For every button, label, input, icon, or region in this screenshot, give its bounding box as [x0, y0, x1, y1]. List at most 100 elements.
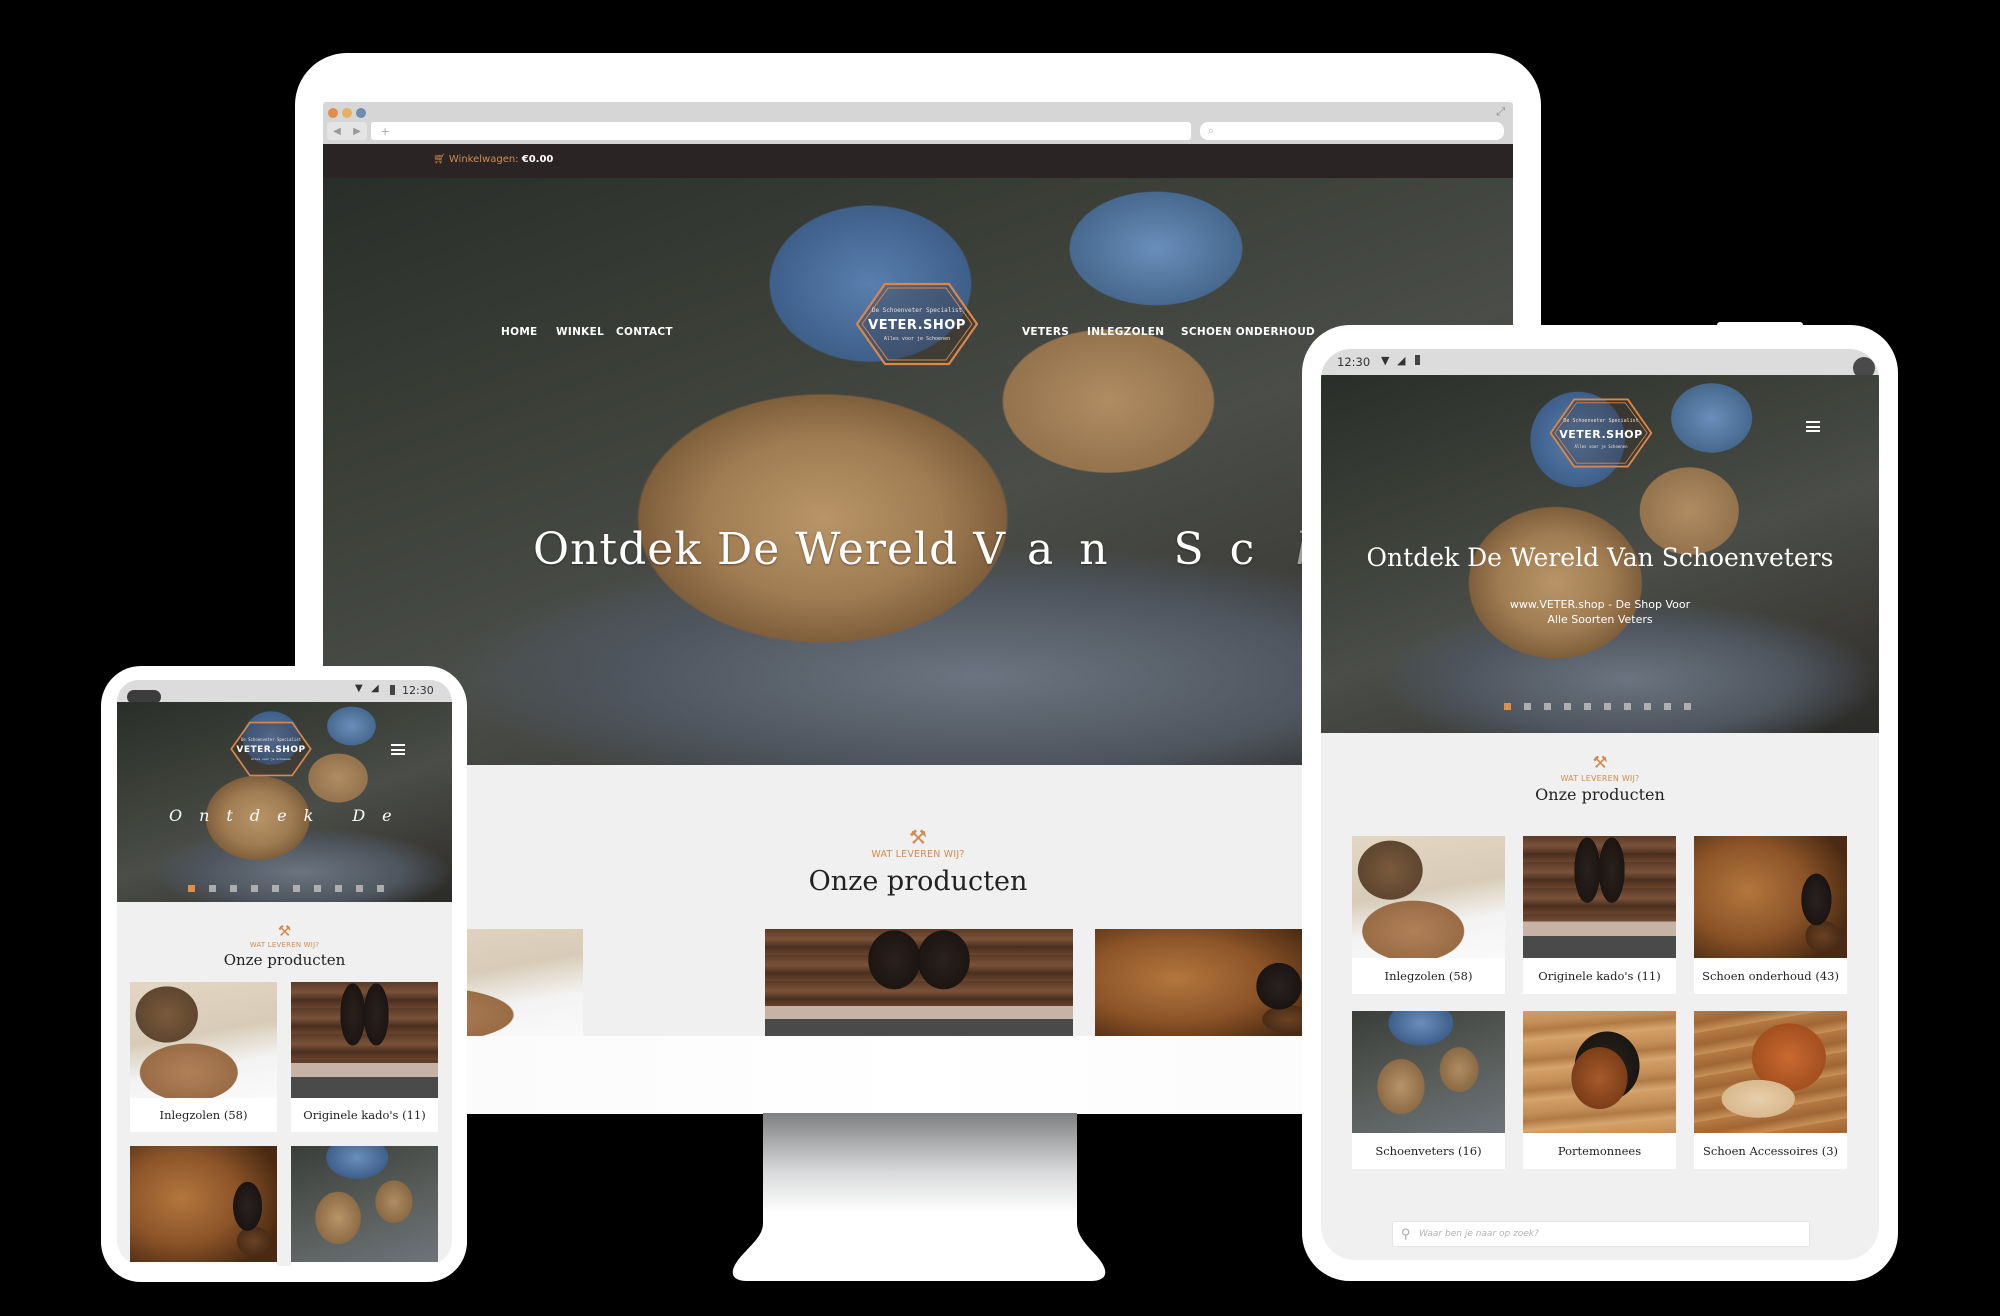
slider-dot[interactable] [1604, 703, 1611, 710]
slider-dot[interactable] [1564, 703, 1571, 710]
nav-home[interactable]: HOME [501, 326, 538, 338]
nav-veters[interactable]: VETERS [1022, 326, 1069, 338]
category-card[interactable]: Schoenveters (16) [1352, 1011, 1505, 1169]
category-label: Schoenveters (16) [1375, 1144, 1482, 1158]
nav-inlegzolen[interactable]: INLEGZOLEN [1087, 326, 1164, 338]
logo-brand-text: VETER.SHOP [868, 317, 966, 333]
slider-dot[interactable] [1544, 703, 1551, 710]
hero-headline-animating: Van Sc [973, 524, 1281, 575]
shoe-care-photo [1095, 929, 1325, 1036]
slider-dot[interactable] [1524, 703, 1531, 710]
cart-icon: 🛒︎ [433, 154, 446, 165]
logo-tagline-top: De Schoenveter Specialist [871, 306, 963, 314]
slider-dot[interactable] [272, 885, 279, 892]
cart-value: €0.00 [521, 154, 554, 165]
slider-dot[interactable] [377, 885, 384, 892]
wallets-photo [1523, 1011, 1676, 1133]
phone-slider-pagination [188, 885, 384, 892]
slider-dot[interactable] [1624, 703, 1631, 710]
back-arrow-icon[interactable]: ◀ [333, 126, 341, 137]
slider-dot[interactable] [1584, 703, 1591, 710]
hamburger-menu-icon[interactable] [1806, 421, 1820, 432]
wifi-icon: ▼ [1381, 354, 1390, 367]
close-window-button[interactable] [328, 108, 338, 118]
category-card-schoen-onderhoud[interactable] [1095, 929, 1325, 1036]
category-card[interactable]: Schoen onderhoud (43) [1694, 836, 1847, 994]
section-title: Onze producten [223, 951, 346, 969]
search-icon: ⌕ [1208, 125, 1215, 137]
gift-shoes-photo [765, 929, 1073, 1036]
forward-arrow-icon[interactable]: ▶ [353, 126, 361, 137]
browser-nav-arrows[interactable]: ◀ ▶ [327, 122, 367, 140]
insoles-photo [1352, 836, 1505, 958]
phone-device: ▼ ◢ 12:30 De Schoenveter Specialist VETE… [101, 666, 467, 1282]
shoe-care-photo [130, 1146, 277, 1262]
hamburger-menu-icon[interactable] [391, 744, 405, 755]
section-label: WAT LEVEREN WIJ? [249, 941, 320, 949]
url-bar[interactable]: + [371, 122, 1191, 140]
signal-icon: ◢ [371, 683, 379, 694]
phone-hero-headline: Ontdek De [169, 806, 409, 825]
maximize-window-button[interactable] [356, 108, 366, 118]
fullscreen-expand-icon[interactable]: ⤢ [1496, 106, 1505, 119]
boots-laces-photo [291, 1146, 438, 1262]
category-card[interactable]: Originele kado's (11) [291, 982, 438, 1132]
slider-dot[interactable] [314, 885, 321, 892]
category-card[interactable]: Inlegzolen (58) [1352, 836, 1505, 994]
category-card[interactable]: Schoen onderhoud (43) [130, 1146, 277, 1266]
phone-status-bar: ▼ ◢ 12:30 [117, 680, 452, 704]
category-card[interactable]: Schoen Accessoires (3) [1694, 1011, 1847, 1169]
phone-screen: ▼ ◢ 12:30 De Schoenveter Specialist VETE… [117, 680, 452, 1266]
search-field[interactable]: ⚲ [1392, 1221, 1810, 1247]
nav-schoen-onderhoud[interactable]: SCHOEN ONDERHOUD [1181, 326, 1315, 338]
logo-tagline-top: De Schoenveter Specialist [240, 737, 302, 742]
status-time: 12:30 [402, 684, 434, 697]
section-title: Onze producten [1535, 785, 1665, 804]
site-logo[interactable]: De Schoenveter Specialist VETER.SHOP All… [855, 282, 979, 366]
battery-icon [1415, 355, 1420, 365]
category-label: Inlegzolen (58) [159, 1108, 248, 1122]
search-icon: ⚲ [1401, 1226, 1411, 1241]
signal-icon: ◢ [1397, 354, 1406, 367]
category-label: Schoenveters (16) [291, 1262, 438, 1266]
wifi-icon: ▼ [355, 683, 363, 694]
slider-dot[interactable] [251, 885, 258, 892]
slider-dot[interactable] [1504, 703, 1511, 710]
category-card[interactable]: Inlegzolen (58) [130, 982, 277, 1132]
shoe-care-photo [1694, 836, 1847, 958]
minimize-window-button[interactable] [342, 108, 352, 118]
tablet-slider-pagination [1504, 703, 1691, 710]
category-label: Originele kado's (11) [303, 1108, 426, 1122]
nav-contact[interactable]: CONTACT [616, 326, 673, 338]
category-card[interactable]: Originele kado's (11) [1523, 836, 1676, 994]
logo-tagline-bottom: Alles voor je Schoenen [251, 757, 291, 761]
cart-summary[interactable]: 🛒︎ Winkelwagen: €0.00 [433, 154, 553, 165]
slider-dot[interactable] [209, 885, 216, 892]
category-label: Schoen onderhoud (43) [1702, 969, 1839, 983]
category-card-originele-kados[interactable] [765, 929, 1073, 1036]
tablet-site-logo[interactable]: De Schoenveter Specialist VETER.SHOP All… [1549, 397, 1653, 469]
tablet-status-bar: 12:30 ▼ ◢ [1321, 349, 1879, 379]
slider-dot[interactable] [1664, 703, 1671, 710]
slider-dot[interactable] [356, 885, 363, 892]
browser-search-bar[interactable]: ⌕ [1200, 122, 1504, 140]
hero-subtitle-line2: Alle Soorten Veters [1547, 613, 1653, 626]
slider-dot[interactable] [1684, 703, 1691, 710]
slider-dot[interactable] [293, 885, 300, 892]
battery-icon [390, 685, 395, 695]
slider-dot[interactable] [1644, 703, 1651, 710]
nav-winkel[interactable]: WINKEL [556, 326, 604, 338]
category-label: Originele kado's (11) [1538, 969, 1661, 983]
category-card[interactable]: Schoenveters (16) [291, 1146, 438, 1266]
phone-site-logo[interactable]: De Schoenveter Specialist VETER.SHOP All… [230, 720, 312, 778]
hero-headline: Ontdek De Wereld Van Sc h [533, 524, 1325, 575]
slider-dot[interactable] [335, 885, 342, 892]
slider-dot[interactable] [188, 885, 195, 892]
search-input[interactable] [1419, 1225, 1799, 1243]
category-card[interactable]: Portemonnees [1523, 1011, 1676, 1169]
tablet-hero-slider: De Schoenveter Specialist VETER.SHOP All… [1321, 375, 1879, 733]
slider-dot[interactable] [230, 885, 237, 892]
logo-brand-text: VETER.SHOP [236, 745, 306, 755]
category-label: Schoen onderhoud (43) [130, 1262, 277, 1266]
logo-tagline-bottom: Alles voor je Schoenen [883, 335, 951, 342]
